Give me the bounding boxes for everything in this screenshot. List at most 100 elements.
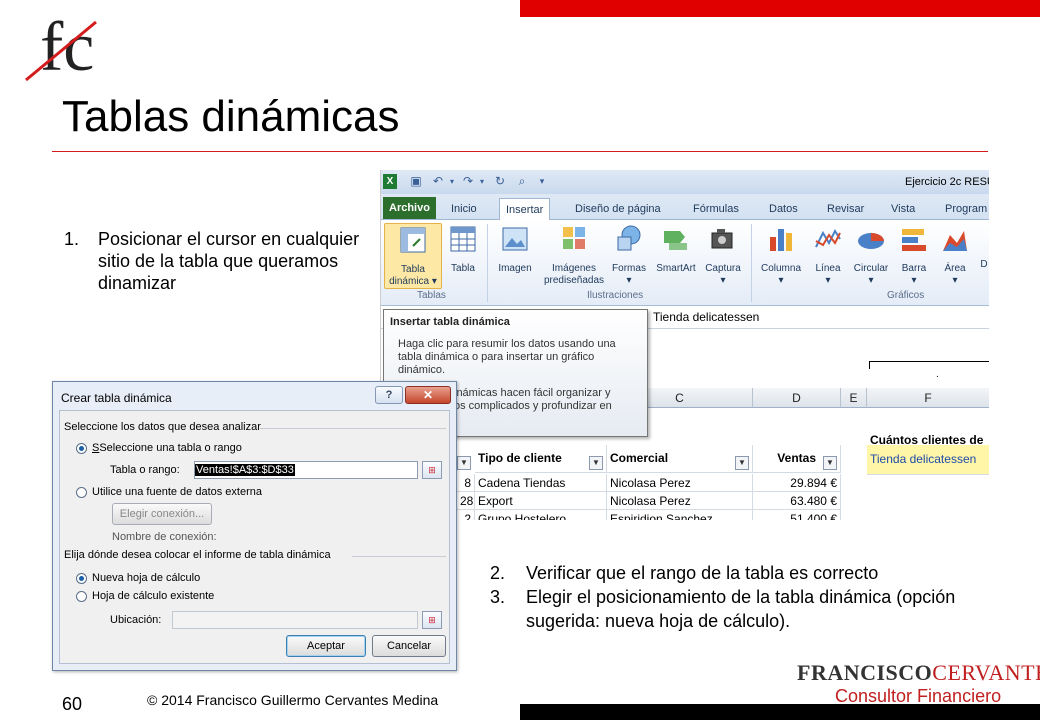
smartart-label: SmartArt [656, 263, 696, 274]
area-chart-icon [943, 231, 967, 251]
chevron-down-icon[interactable]: ▾ [445, 175, 459, 188]
range-label: Tabla o rango: [110, 464, 180, 476]
line-chart-button[interactable]: Línea ▾ [809, 223, 847, 287]
tab-programador[interactable]: Program [939, 198, 989, 220]
redo-icon[interactable]: ↷ [461, 175, 475, 188]
filter-dropdown-icon[interactable]: ▼ [589, 456, 603, 470]
camera-icon [711, 229, 733, 249]
help-button[interactable]: ? [375, 386, 403, 404]
row-id-cell[interactable]: 8 [457, 474, 475, 492]
chevron-down-icon[interactable]: ▾ [475, 175, 489, 188]
location-input[interactable] [172, 611, 418, 629]
radio-existing-sheet[interactable] [76, 591, 87, 602]
row-id-cell[interactable]: 28 [457, 492, 475, 510]
radio-new-sheet[interactable] [76, 573, 87, 584]
header-comercial[interactable]: Comercial [607, 445, 753, 473]
group-label-ilustraciones: Ilustraciones [587, 290, 644, 301]
image-button[interactable]: Imagen [493, 223, 537, 275]
filter-dropdown-icon[interactable]: ▼ [823, 456, 837, 470]
window-title: Ejercicio 2c RESU [905, 176, 989, 188]
customize-toolbar-icon[interactable]: ▾ [535, 175, 549, 188]
line-chart-icon [815, 228, 841, 248]
tab-archivo[interactable]: Archivo [383, 197, 436, 219]
ok-button[interactable]: Aceptar [286, 635, 366, 657]
step-item: 1. Posicionar el cursor en cualquier sit… [64, 228, 364, 294]
step-number: 1. [64, 229, 80, 249]
line-chart-label: Línea ▾ [815, 263, 841, 286]
tooltip-body: Haga clic para resumir los datos usando … [398, 338, 616, 376]
radio-existing-sheet-label[interactable]: Hoja de cálculo existente [92, 590, 214, 602]
tab-revisar[interactable]: Revisar [821, 198, 870, 220]
column-header-e[interactable]: E [841, 388, 867, 408]
tipo-cell[interactable]: Cadena Tiendas [475, 474, 607, 492]
side-value-cell[interactable]: Tienda delicatessen [867, 445, 989, 475]
undo-icon[interactable]: ↶ [431, 175, 445, 188]
radio-select-range[interactable] [76, 443, 87, 454]
column-header-f[interactable]: F [867, 388, 989, 408]
shapes-icon [617, 225, 641, 251]
shape-dot: . [936, 369, 939, 380]
clipart-button[interactable]: Imágenes prediseñadas [541, 223, 607, 287]
pivot-table-button[interactable]: Tabla dinámica ▾ [384, 223, 442, 289]
range-picker-icon[interactable]: ⊞ [422, 461, 442, 479]
refresh-icon[interactable]: ↻ [493, 175, 507, 188]
tab-datos[interactable]: Datos [763, 198, 804, 220]
row-id-cell[interactable]: 2 [457, 510, 475, 520]
section-location-label: Elija dónde desea colocar el informe de … [64, 549, 331, 561]
table-button[interactable]: Tabla [445, 223, 481, 275]
print-preview-icon[interactable]: ⌕ [515, 175, 529, 188]
step-text: Elegir el posicionamiento de la tabla di… [526, 587, 956, 631]
tab-formulas[interactable]: Fórmulas [687, 198, 745, 220]
section-data-label: Seleccione los datos que desea analizar [64, 421, 261, 433]
column-header-d[interactable]: D [753, 388, 841, 408]
shapes-button[interactable]: Formas ▾ [609, 223, 649, 287]
group-separator [487, 224, 488, 302]
header-tipo-cliente[interactable]: Tipo de cliente [475, 445, 607, 473]
radio-select-range-label[interactable]: SSeleccione una tabla o rango [92, 442, 242, 454]
pivot-label-line1: Tabla [401, 264, 425, 275]
close-button[interactable]: ✕ [405, 386, 451, 404]
screenshot-button[interactable]: Captura ▾ [701, 223, 745, 287]
column-chart-button[interactable]: Columna ▾ [757, 223, 805, 287]
tab-diseno-pagina[interactable]: Diseño de página [569, 198, 667, 220]
comercial-cell[interactable]: Nicolasa Perez [607, 492, 753, 510]
tab-insertar[interactable]: Insertar [499, 198, 551, 221]
pie-chart-icon [858, 233, 884, 249]
tab-vista[interactable]: Vista [885, 198, 921, 220]
range-input[interactable]: Ventas!$A$3:$D$33 [194, 461, 418, 479]
pie-chart-label: Circular ▾ [853, 263, 889, 286]
more-charts-button[interactable]: D [977, 223, 989, 271]
pie-chart-button[interactable]: Circular ▾ [849, 223, 893, 287]
page-number: 60 [62, 694, 83, 714]
ventas-cell[interactable]: 51.400 € [753, 510, 841, 520]
tooltip-body-partial-1: inámicas hacen fácil organizar y [454, 387, 611, 399]
group-label-tablas: Tablas [417, 290, 446, 301]
dialog-title: Crear tabla dinámica [61, 391, 172, 405]
ventas-cell[interactable]: 63.480 € [753, 492, 841, 510]
bar-chart-button[interactable]: Barra ▾ [895, 223, 933, 287]
choose-connection-button[interactable]: Elegir conexión... [112, 503, 212, 525]
radio-external-source[interactable] [76, 487, 87, 498]
comercial-cell[interactable]: Nicolasa Perez [607, 474, 753, 492]
excel-app-icon[interactable]: X [383, 174, 397, 189]
tab-inicio[interactable]: Inicio [445, 198, 483, 220]
filter-dropdown-icon[interactable]: ▼ [735, 456, 749, 470]
filter-dropdown-icon[interactable]: ▼ [457, 456, 471, 470]
area-chart-button[interactable]: Área ▾ [937, 223, 973, 287]
tipo-cell[interactable]: Export [475, 492, 607, 510]
comercial-cell[interactable]: Espiridion Sanchez [607, 510, 753, 520]
step-item: 2. Verificar que el rango de la tabla es… [490, 561, 990, 585]
ventas-cell[interactable]: 29.894 € [753, 474, 841, 492]
radio-external-source-label[interactable]: Utilice una fuente de datos externa [92, 486, 262, 498]
dialog-body: Seleccione los datos que desea analizar … [59, 410, 450, 664]
brand-name: FRANCISCOCERVANTES [797, 660, 1040, 685]
tipo-cell[interactable]: Grupo Hostelero [475, 510, 607, 520]
location-picker-icon[interactable]: ⊞ [422, 611, 442, 629]
cancel-button[interactable]: Cancelar [372, 635, 446, 657]
smartart-button[interactable]: SmartArt [653, 223, 699, 275]
smartart-icon [664, 231, 687, 250]
radio-new-sheet-label[interactable]: Nueva hoja de cálculo [92, 572, 200, 584]
more-charts-label: D [980, 259, 988, 270]
fc-logo: fc [25, 9, 97, 86]
save-icon[interactable]: ▣ [409, 175, 423, 188]
